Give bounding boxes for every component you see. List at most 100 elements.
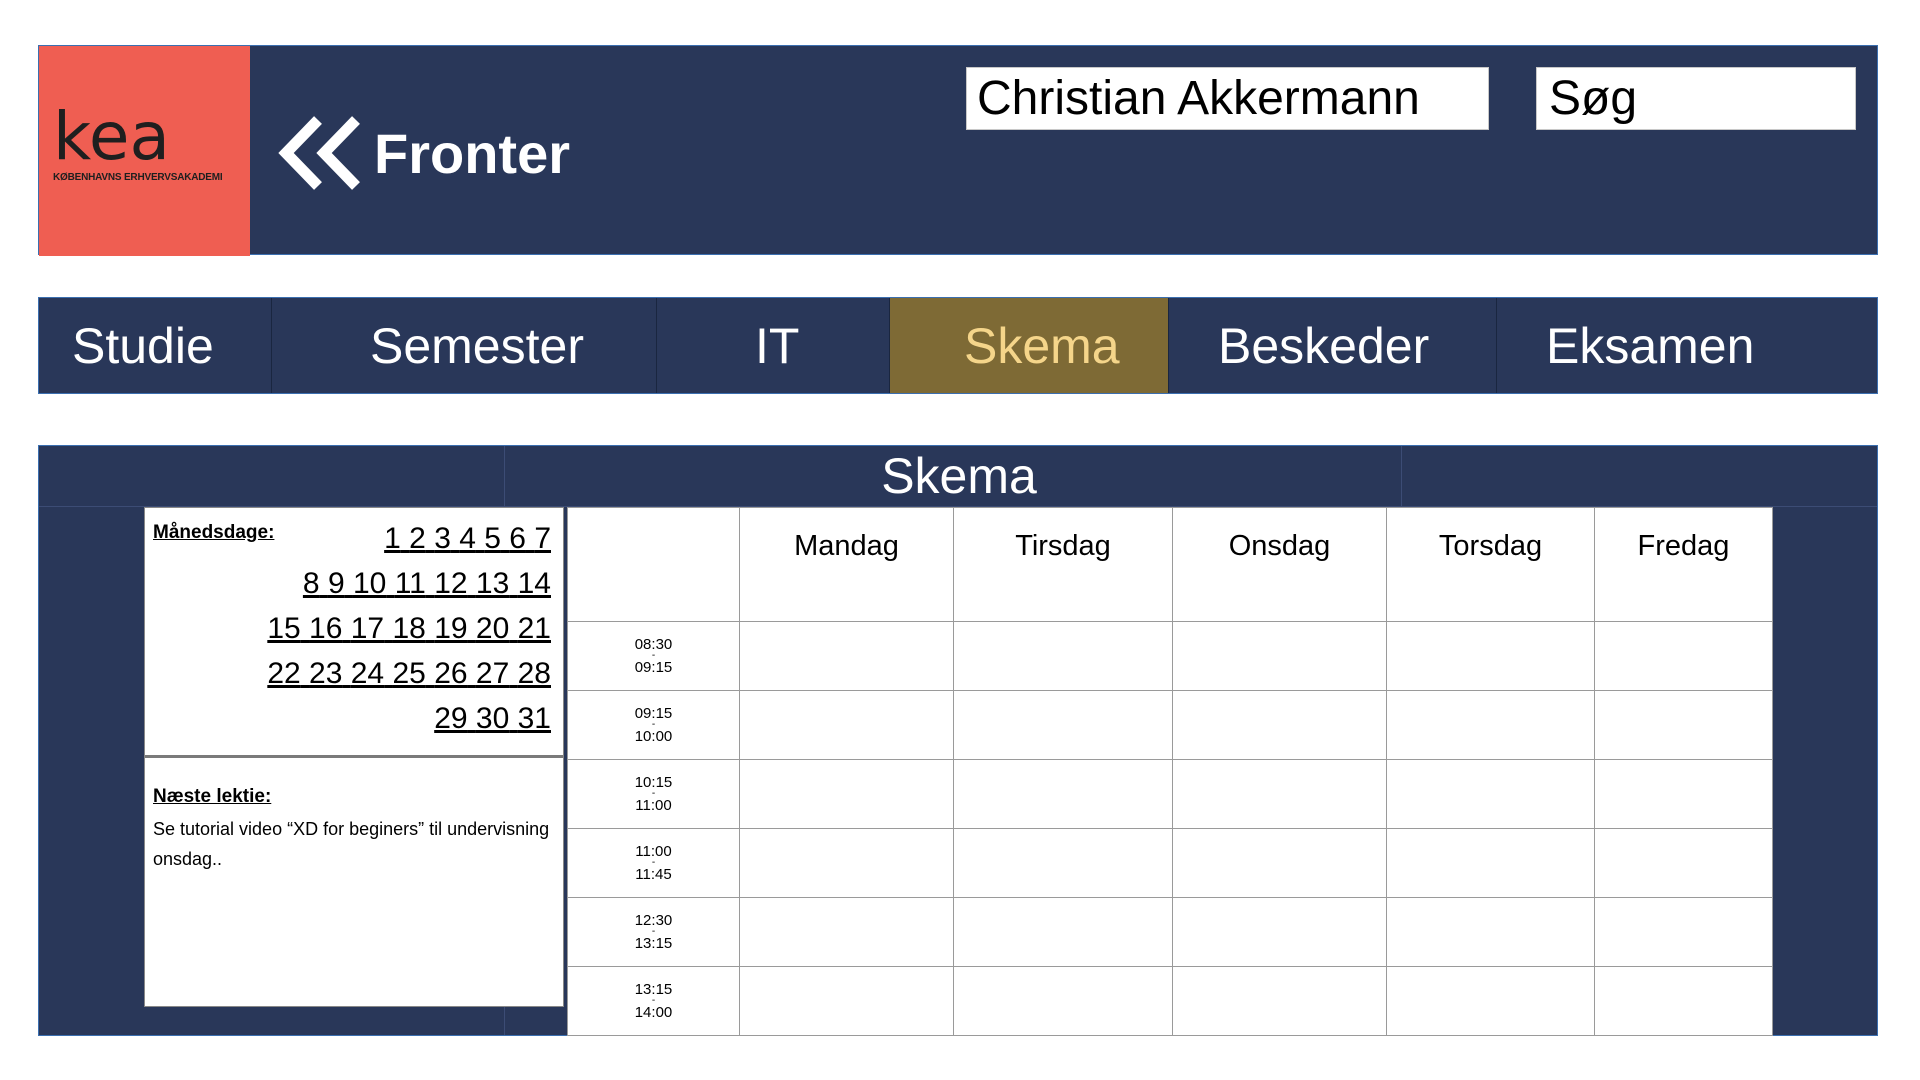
calendar-day-link[interactable]: 4 xyxy=(459,522,476,555)
calendar-day-link[interactable]: 11 xyxy=(395,567,426,600)
calendar-day-link[interactable]: 8 xyxy=(303,567,320,600)
sidebar-card: Månedsdage: 1 2 3 4 5 6 7 8 9 10 11 12 13… xyxy=(144,507,564,1007)
schedule-cell[interactable] xyxy=(739,621,954,691)
calendar-day-spacer xyxy=(426,612,434,645)
calendar-row: 15 16 17 18 19 20 21 xyxy=(267,606,551,651)
kea-logo-wordmark: kea xyxy=(53,98,170,175)
schedule-cell[interactable] xyxy=(1594,966,1773,1036)
schedule-cell[interactable] xyxy=(1172,690,1387,760)
calendar-day-link[interactable]: 20 xyxy=(476,612,509,645)
calendar-day-link[interactable]: 22 xyxy=(267,657,300,690)
calendar-label: Månedsdage: xyxy=(153,522,275,543)
calendar-day-spacer xyxy=(509,612,517,645)
schedule-cell[interactable] xyxy=(953,621,1173,691)
calendar-day-link[interactable]: 24 xyxy=(351,657,384,690)
schedule-cell[interactable] xyxy=(1172,621,1387,691)
nav-tab-skema[interactable]: Skema xyxy=(890,298,1169,393)
calendar-day-link[interactable]: 27 xyxy=(476,657,509,690)
schedule-cell[interactable] xyxy=(953,759,1173,829)
calendar-day-spacer xyxy=(301,657,309,690)
calendar-day-link[interactable]: 14 xyxy=(518,567,551,600)
nav-tab-it[interactable]: IT xyxy=(657,298,890,393)
schedule-cell[interactable] xyxy=(1386,621,1595,691)
schedule-panel: Skema Månedsdage: 1 2 3 4 5 6 78 9 10 11… xyxy=(38,445,1878,1036)
calendar-day-link[interactable]: 15 xyxy=(267,612,300,645)
schedule-cell[interactable] xyxy=(1386,690,1595,760)
calendar-day-spacer xyxy=(509,567,517,600)
calendar-day-link[interactable]: 26 xyxy=(434,657,467,690)
schedule-cell[interactable] xyxy=(1594,690,1773,760)
nav-tab-semester[interactable]: Semester xyxy=(272,298,657,393)
calendar-day-link[interactable]: 18 xyxy=(392,612,425,645)
calendar-day-link[interactable]: 13 xyxy=(476,567,509,600)
calendar-day-link[interactable]: 9 xyxy=(328,567,345,600)
calendar-row: 22 23 24 25 26 27 28 xyxy=(267,651,551,696)
calendar-day-link[interactable]: 6 xyxy=(509,522,526,555)
schedule-cell[interactable] xyxy=(739,828,954,898)
schedule-cell[interactable] xyxy=(739,690,954,760)
schedule-cell[interactable] xyxy=(953,897,1173,967)
nav-tab-label: Skema xyxy=(964,317,1120,374)
schedule-cell[interactable] xyxy=(1594,897,1773,967)
calendar-day-link[interactable]: 10 xyxy=(353,567,386,600)
calendar-day-spacer xyxy=(401,522,409,555)
calendar-day-link[interactable]: 17 xyxy=(351,612,384,645)
calendar-day-spacer xyxy=(476,522,484,555)
calendar-day-link[interactable]: 25 xyxy=(392,657,425,690)
calendar-day-link[interactable]: 21 xyxy=(518,612,551,645)
calendar-row: 8 9 10 11 12 13 14 xyxy=(267,561,551,606)
schedule-cell[interactable] xyxy=(1594,759,1773,829)
schedule-cell[interactable] xyxy=(953,828,1173,898)
schedule-cell[interactable] xyxy=(1594,621,1773,691)
calendar-day-link[interactable]: 31 xyxy=(518,702,551,735)
schedule-cell[interactable] xyxy=(1172,759,1387,829)
nav-tab-eksamen[interactable]: Eksamen xyxy=(1497,298,1877,393)
schedule-cell[interactable] xyxy=(1386,759,1595,829)
kea-logo-subtitle: KØBENHAVNS ERHVERVSAKADEMI xyxy=(53,172,223,183)
user-name-box[interactable]: Christian Akkermann xyxy=(966,67,1489,130)
nav-tab-beskeder[interactable]: Beskeder xyxy=(1169,298,1497,393)
kea-logo[interactable]: kea KØBENHAVNS ERHVERVSAKADEMI xyxy=(39,46,250,256)
nav-tab-label: Eksamen xyxy=(1546,317,1755,374)
schedule-cell[interactable] xyxy=(953,966,1173,1036)
search-input[interactable] xyxy=(1536,67,1856,130)
calendar-day-link[interactable]: 1 xyxy=(384,522,401,555)
calendar-day-link[interactable]: 23 xyxy=(309,657,342,690)
calendar-day-spacer xyxy=(320,567,328,600)
calendar-days: 1 2 3 4 5 6 78 9 10 11 12 13 14 15 16 17 … xyxy=(267,516,551,741)
nav-tab-studie[interactable]: Studie xyxy=(39,298,272,393)
time-slot: 11:00-11:45 xyxy=(567,828,740,898)
schedule-cell[interactable] xyxy=(739,966,954,1036)
schedule-cell[interactable] xyxy=(1386,966,1595,1036)
schedule-cell[interactable] xyxy=(1386,828,1595,898)
schedule-row: 11:00-11:45 xyxy=(567,828,1773,898)
schedule-cell[interactable] xyxy=(1594,828,1773,898)
schedule-cell[interactable] xyxy=(739,759,954,829)
schedule-cell[interactable] xyxy=(739,897,954,967)
schedule-header-row: Mandag Tirsdag Onsdag Torsdag Fredag xyxy=(567,507,1773,622)
calendar-day-link[interactable]: 28 xyxy=(518,657,551,690)
calendar-day-link[interactable]: 19 xyxy=(434,612,467,645)
schedule-cell[interactable] xyxy=(1172,897,1387,967)
calendar-day-spacer xyxy=(468,657,476,690)
schedule-cell[interactable] xyxy=(1172,828,1387,898)
calendar-day-link[interactable]: 29 xyxy=(434,702,467,735)
day-header-mandag: Mandag xyxy=(739,507,954,622)
calendar-day-link[interactable]: 3 xyxy=(434,522,451,555)
time-slot-end: 14:00 xyxy=(634,1004,673,1021)
calendar-day-link[interactable]: 30 xyxy=(476,702,509,735)
calendar-day-link[interactable]: 2 xyxy=(409,522,426,555)
calendar-day-link[interactable]: 5 xyxy=(484,522,501,555)
calendar-day-link[interactable]: 7 xyxy=(534,522,551,555)
time-slot: 12:30-13:15 xyxy=(567,897,740,967)
month-days-calendar: Månedsdage: 1 2 3 4 5 6 7 8 9 10 11 12 13… xyxy=(145,508,563,758)
schedule-cell[interactable] xyxy=(1172,966,1387,1036)
calendar-day-link[interactable]: 16 xyxy=(309,612,342,645)
calendar-day-spacer xyxy=(386,567,394,600)
schedule-cell[interactable] xyxy=(953,690,1173,760)
fronter-logo[interactable]: Fronter xyxy=(276,113,570,193)
schedule-cell[interactable] xyxy=(1386,897,1595,967)
header-bar: kea KØBENHAVNS ERHVERVSAKADEMI Fronter C… xyxy=(38,45,1878,256)
calendar-day-spacer xyxy=(345,567,353,600)
calendar-day-link[interactable]: 12 xyxy=(434,567,467,600)
